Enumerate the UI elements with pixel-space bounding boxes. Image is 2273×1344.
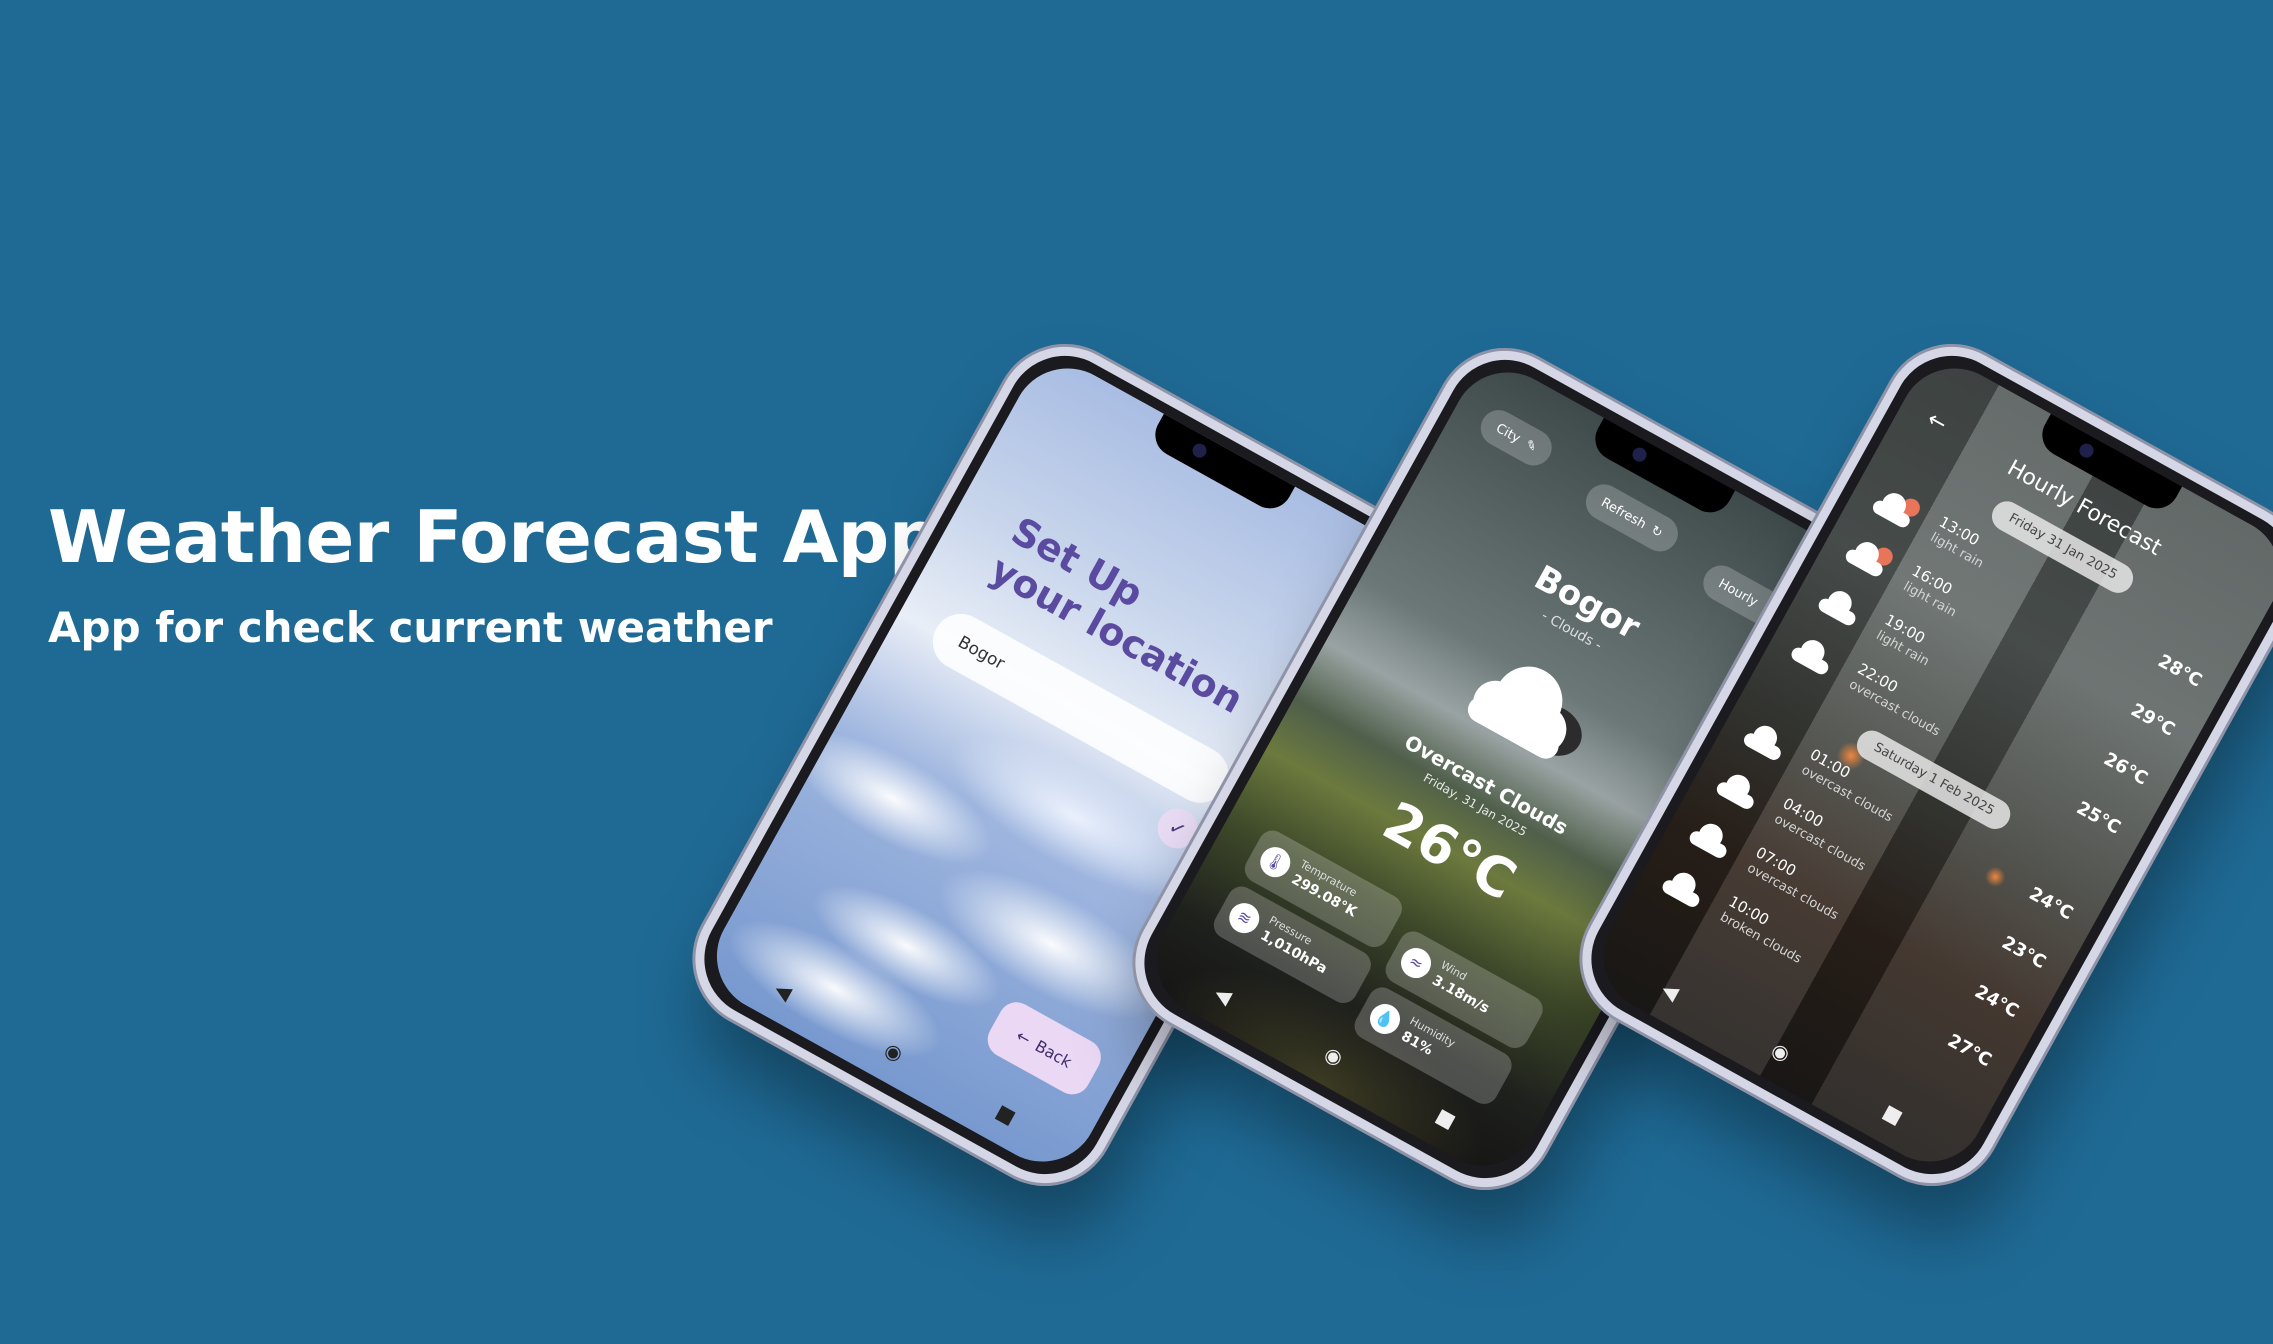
hour-temperature: 29℃: [2127, 699, 2179, 741]
hour-temperature: 24℃: [1971, 981, 2023, 1023]
pressure-icon: ≋: [1223, 897, 1265, 939]
camera-icon: [1190, 441, 1210, 461]
hourly-chip-label: Hourly: [1715, 575, 1761, 610]
wind-icon: ≈: [1395, 942, 1437, 984]
camera-icon: [2077, 441, 2097, 461]
hero-text: Weather Forecast App App for check curre…: [48, 492, 940, 656]
hour-temperature: 26℃: [2100, 748, 2152, 790]
nav-home-icon[interactable]: ◉: [1768, 1037, 1795, 1066]
refresh-icon: ↻: [1648, 522, 1666, 541]
hour-temperature: 23℃: [1998, 932, 2050, 974]
rain-cloud-icon: [1872, 493, 1920, 528]
hour-temperature: 25℃: [2072, 797, 2125, 839]
pencil-icon: ✎: [1522, 436, 1540, 456]
refresh-chip-label: Refresh: [1598, 494, 1649, 532]
city-chip[interactable]: City ✎: [1474, 403, 1559, 473]
nav-recents-icon[interactable]: ■: [1879, 1099, 1907, 1129]
back-button[interactable]: ← Back: [981, 995, 1108, 1101]
camera-icon: [1630, 445, 1650, 465]
nav-home-icon[interactable]: ◉: [1321, 1041, 1348, 1070]
city-chip-label: City: [1493, 420, 1523, 447]
hero-subtitle: App for check current weather: [48, 603, 773, 652]
nav-back-icon[interactable]: ◀: [1211, 980, 1236, 1008]
arrow-left-icon: ←: [1013, 1025, 1035, 1049]
nav-recents-icon[interactable]: ■: [992, 1099, 1020, 1129]
hero-title: Weather Forecast App: [48, 495, 940, 579]
nav-back-icon[interactable]: ◀: [1658, 976, 1683, 1004]
check-icon: ✓: [1164, 813, 1191, 843]
hour-temperature: 28℃: [2154, 650, 2206, 692]
hour-temperature: 27℃: [1943, 1030, 1996, 1072]
nav-home-icon[interactable]: ◉: [881, 1037, 908, 1066]
nav-recents-icon[interactable]: ■: [1432, 1103, 1460, 1133]
cloud-icon: [1744, 725, 1781, 760]
notch: [1147, 413, 1296, 517]
thermometer-icon: 🌡: [1254, 841, 1296, 883]
hour-temperature: 24℃: [2025, 883, 2077, 925]
nav-back-icon[interactable]: ◀: [771, 976, 796, 1004]
back-label: Back: [1032, 1035, 1076, 1072]
droplet-icon: 💧: [1364, 998, 1406, 1040]
